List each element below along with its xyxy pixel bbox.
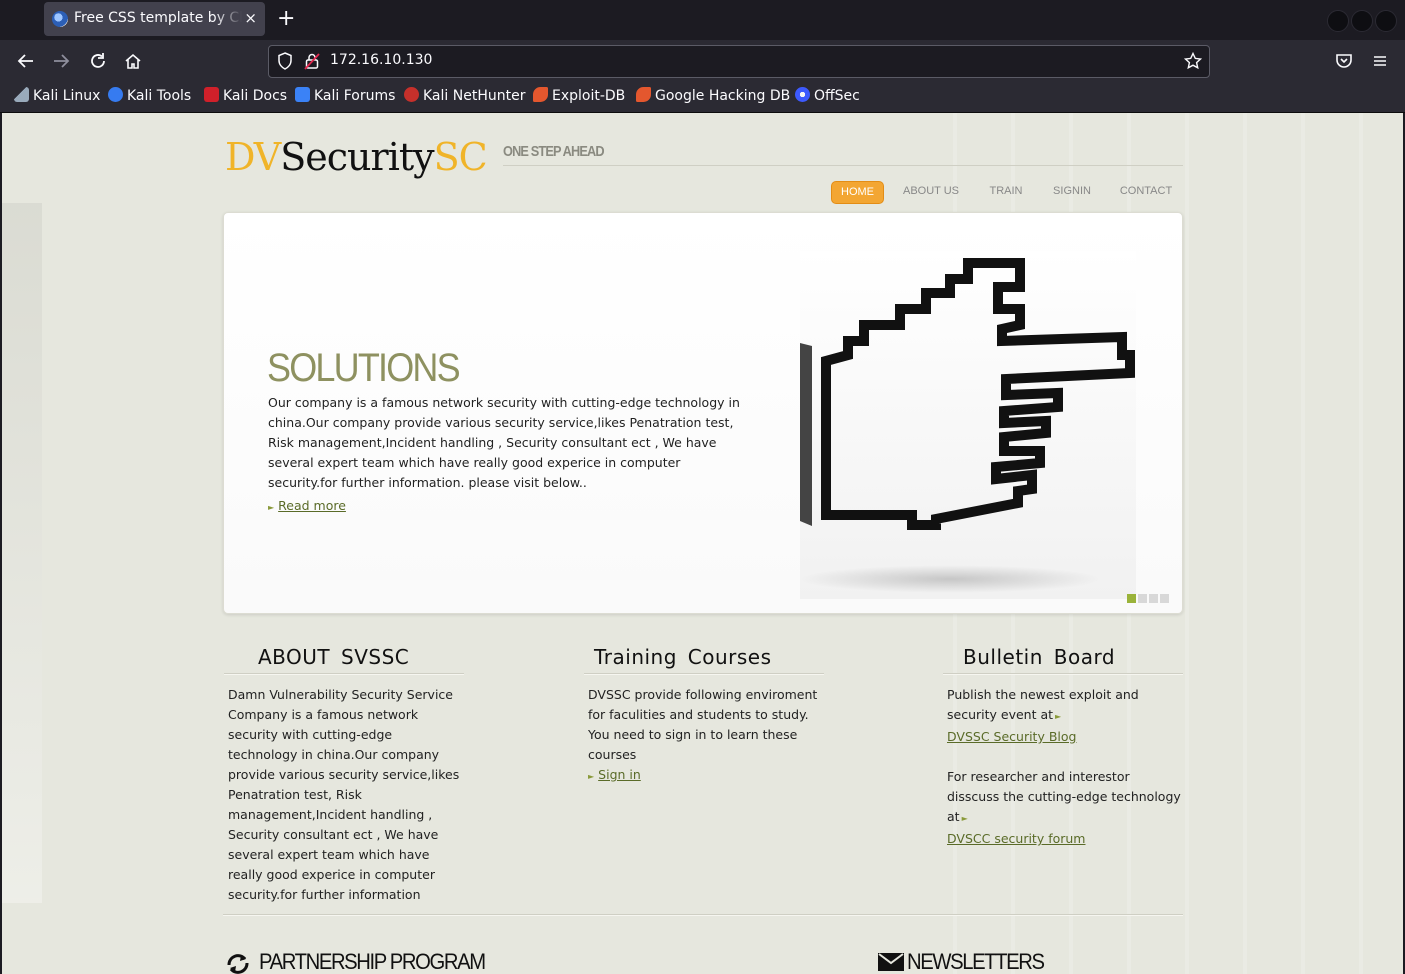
pocket-icon[interactable] (1333, 50, 1355, 72)
pointing-hand-image (800, 251, 1136, 599)
refresh-cycle-icon (223, 951, 253, 974)
address-bar[interactable]: 172.16.10.130 (268, 45, 1210, 78)
exploit-db-icon (533, 87, 548, 102)
bullet-arrow-icon: ► (1055, 712, 1062, 721)
envelope-icon (878, 953, 904, 974)
bulletin-title: Bulletin Board (963, 645, 1116, 669)
bookmark-kali-linux[interactable]: Kali Linux (14, 87, 100, 104)
close-window-button[interactable] (1375, 10, 1397, 32)
training-body: DVSSC provide following enviroment for f… (584, 685, 824, 787)
site-logo[interactable]: DVSecuritySC (225, 135, 488, 179)
tab-bar: Free CSS template by ChocoTemplates.com … (0, 0, 1405, 40)
active-tab[interactable]: Free CSS template by ChocoTemplates.com … (44, 2, 265, 36)
new-tab-button[interactable]: + (277, 7, 295, 31)
bookmarks-toolbar: Kali Linux Kali Tools Kali Docs Kali For… (0, 82, 1405, 113)
offsec-icon (795, 87, 810, 102)
maximize-button[interactable] (1351, 10, 1373, 32)
pointing-hand-icon (800, 258, 1135, 593)
bookmark-kali-docs[interactable]: Kali Docs (204, 87, 287, 104)
partnership-title: PARTNERSHIP PROGRAM (259, 949, 486, 974)
bookmark-google-hacking-db[interactable]: Google Hacking DB (636, 87, 790, 104)
about-column: ABOUT SVSSC Damn Vulnerability Security … (224, 643, 464, 905)
slide-dot-3[interactable] (1149, 594, 1158, 603)
header-divider (503, 165, 1183, 166)
bullet-arrow-icon: ► (588, 772, 595, 781)
kali-dragon-icon (14, 87, 29, 102)
bullet-arrow-icon: ► (268, 503, 275, 512)
bulletin-text-2: For researcher and interestor disscuss t… (947, 769, 1181, 824)
kali-tools-icon (108, 87, 123, 102)
about-text: Damn Vulnerability Security Service Comp… (228, 687, 460, 902)
web-page: DVSecuritySC ONE STEP AHEAD HOME ABOUT U… (2, 113, 1403, 974)
newsletters-title: NEWSLETTERS (907, 949, 1045, 974)
reload-icon[interactable] (87, 50, 109, 72)
slide-text: Our company is a famous network security… (268, 395, 740, 490)
bulletin-body: Publish the newest exploit and security … (943, 685, 1183, 849)
bulletin-text-1: Publish the newest exploit and security … (947, 687, 1139, 722)
training-divider (584, 673, 824, 675)
bookmark-star-icon[interactable] (1183, 51, 1203, 74)
insecure-lock-icon[interactable] (304, 52, 320, 74)
nethunter-icon (404, 87, 419, 102)
menu-about-us[interactable]: ABOUT US (895, 181, 967, 202)
slide-dot-1[interactable] (1127, 594, 1136, 603)
forward-icon[interactable] (50, 50, 72, 72)
ghdb-icon (636, 87, 651, 102)
bookmark-kali-tools[interactable]: Kali Tools (108, 87, 191, 104)
security-forum-link[interactable]: DVSCC security forum (947, 831, 1086, 846)
training-column: Training Courses DVSSC provide following… (584, 643, 824, 787)
footer-divider (223, 914, 1183, 916)
slide-title: SOLUTIONS (267, 346, 461, 390)
back-icon[interactable] (15, 50, 37, 72)
slide-dot-4[interactable] (1160, 594, 1169, 603)
background-decoration-left (2, 203, 42, 903)
hero-slider: SOLUTIONS Our company is a famous networ… (223, 212, 1183, 614)
menu-home[interactable]: HOME (831, 181, 884, 204)
bookmark-exploit-db[interactable]: Exploit-DB (533, 87, 625, 104)
read-more-link[interactable]: ► Read more (268, 498, 346, 513)
kali-forums-icon (295, 87, 310, 102)
training-text: DVSSC provide following enviroment for f… (588, 687, 818, 762)
menu-train[interactable]: TRAIN (981, 181, 1031, 202)
security-blog-link[interactable]: DVSSC Security Blog (947, 729, 1076, 744)
sign-in-link[interactable]: Sign in (598, 767, 641, 782)
bulletin-divider (943, 673, 1183, 675)
bookmark-kali-nethunter[interactable]: Kali NetHunter (404, 87, 525, 104)
slide-dot-2[interactable] (1138, 594, 1147, 603)
home-icon[interactable] (122, 50, 144, 72)
bookmark-kali-forums[interactable]: Kali Forums (295, 87, 395, 104)
bookmark-offsec[interactable]: OffSec (795, 87, 860, 104)
about-title: ABOUT SVSSC (258, 645, 410, 669)
app-menu-icon[interactable] (1369, 50, 1391, 72)
tab-favicon-icon (52, 11, 68, 27)
training-title: Training Courses (594, 645, 772, 669)
tab-close-button[interactable]: × (244, 9, 257, 27)
about-divider (224, 673, 464, 675)
bullet-arrow-icon: ► (961, 814, 968, 823)
url-text[interactable]: 172.16.10.130 (330, 52, 432, 68)
menu-contact[interactable]: CONTACT (1114, 181, 1178, 202)
site-tagline: ONE STEP AHEAD (503, 143, 605, 160)
shield-icon[interactable] (277, 52, 293, 74)
kali-docs-icon (204, 87, 219, 102)
tab-title: Free CSS template by ChocoTemplates.com (74, 10, 242, 26)
bulletin-column: Bulletin Board Publish the newest exploi… (943, 643, 1183, 849)
minimize-button[interactable] (1327, 10, 1349, 32)
navigation-toolbar: 172.16.10.130 (0, 40, 1405, 82)
menu-signin[interactable]: SIGNIN (1044, 181, 1100, 202)
